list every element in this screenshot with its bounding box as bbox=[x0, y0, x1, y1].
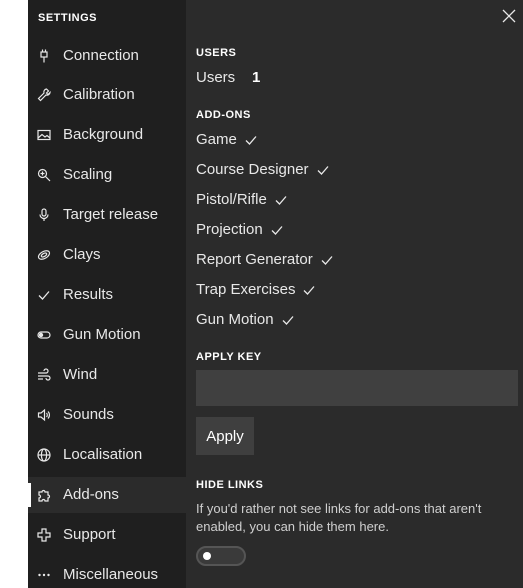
addon-label: Game bbox=[196, 130, 237, 148]
addon-item-report-generator: Report Generator bbox=[196, 249, 333, 269]
image-icon bbox=[36, 127, 52, 143]
puzzle-icon bbox=[36, 487, 52, 503]
sidebar-item-label: Add-ons bbox=[63, 486, 119, 503]
addon-label: Gun Motion bbox=[196, 310, 274, 328]
checkmark-icon bbox=[282, 313, 294, 325]
microphone-icon bbox=[36, 207, 52, 223]
sidebar-item-connection[interactable]: Connection bbox=[28, 38, 186, 74]
sidebar-item-results[interactable]: Results bbox=[28, 277, 186, 313]
sidebar-item-label: Target release bbox=[63, 206, 159, 223]
hide-links-heading: HIDE LINKS bbox=[196, 479, 264, 491]
sidebar-item-calibration[interactable]: Calibration bbox=[28, 77, 186, 113]
sidebar-item-wind[interactable]: Wind bbox=[28, 357, 186, 393]
toggle-icon bbox=[36, 327, 52, 343]
addon-item-trap-exercises: Trap Exercises bbox=[196, 279, 315, 299]
sidebar-item-sounds[interactable]: Sounds bbox=[28, 397, 186, 433]
zoom-icon bbox=[36, 167, 52, 183]
addon-label: Projection bbox=[196, 220, 263, 238]
addon-label: Report Generator bbox=[196, 250, 313, 268]
hide-links-toggle[interactable] bbox=[196, 546, 246, 566]
hide-links-description: If you'd rather not see links for add-on… bbox=[196, 501, 482, 534]
sidebar-item-label: Background bbox=[63, 126, 144, 143]
clay-disc-icon bbox=[36, 247, 52, 263]
addon-item-course-designer: Course Designer bbox=[196, 159, 329, 179]
wrench-icon bbox=[36, 87, 52, 103]
sidebar-item-label: Gun Motion bbox=[63, 326, 141, 343]
apply-key-input[interactable] bbox=[196, 370, 518, 406]
users-heading: USERS bbox=[196, 47, 237, 59]
sidebar-item-label: Support bbox=[63, 526, 116, 543]
speaker-icon bbox=[36, 407, 52, 423]
checkmark-icon bbox=[321, 253, 333, 265]
checkmark-icon bbox=[275, 193, 287, 205]
sidebar-item-background[interactable]: Background bbox=[28, 117, 186, 153]
add-ons-heading: ADD-ONS bbox=[196, 109, 251, 121]
sidebar-item-label: Connection bbox=[63, 47, 139, 64]
sidebar-item-gun-motion[interactable]: Gun Motion bbox=[28, 317, 186, 353]
sidebar-item-label: Wind bbox=[63, 366, 98, 383]
toggle-knob bbox=[203, 552, 211, 560]
plug-icon bbox=[36, 48, 52, 64]
checkmark-icon bbox=[271, 223, 283, 235]
more-icon bbox=[36, 567, 52, 583]
checkmark-icon bbox=[317, 163, 329, 175]
addon-item-pistol-rifle: Pistol/Rifle bbox=[196, 189, 287, 209]
addon-item-gun-motion: Gun Motion bbox=[196, 309, 294, 329]
addon-label: Trap Exercises bbox=[196, 280, 296, 298]
close-icon[interactable] bbox=[501, 8, 517, 24]
sidebar-item-label: Sounds bbox=[63, 406, 114, 423]
sidebar-item-add-ons[interactable]: Add-ons bbox=[28, 477, 186, 513]
add-ons-panel: USERS Users 1 ADD-ONS Game Course Design… bbox=[186, 0, 523, 588]
sidebar-item-label: Calibration bbox=[63, 86, 135, 103]
sidebar-title: SETTINGS bbox=[38, 12, 98, 24]
sidebar-item-miscellaneous[interactable]: Miscellaneous bbox=[28, 557, 186, 588]
settings-sidebar: SETTINGS Connection Calibration Backgrou… bbox=[28, 0, 186, 588]
sidebar-item-label: Scaling bbox=[63, 166, 113, 183]
sidebar-item-localisation[interactable]: Localisation bbox=[28, 437, 186, 473]
addon-label: Pistol/Rifle bbox=[196, 190, 267, 208]
checkmark-icon bbox=[245, 133, 257, 145]
globe-icon bbox=[36, 447, 52, 463]
users-count: 1 bbox=[252, 69, 261, 86]
sidebar-item-support[interactable]: Support bbox=[28, 517, 186, 553]
addon-label: Course Designer bbox=[196, 160, 309, 178]
sidebar-item-label: Results bbox=[63, 286, 114, 303]
apply-key-heading: APPLY KEY bbox=[196, 351, 262, 363]
users-label: Users bbox=[196, 69, 236, 86]
apply-button[interactable]: Apply bbox=[196, 417, 254, 455]
sidebar-item-label: Miscellaneous bbox=[63, 566, 159, 583]
sidebar-item-scaling[interactable]: Scaling bbox=[28, 157, 186, 193]
sidebar-item-clays[interactable]: Clays bbox=[28, 237, 186, 273]
wind-icon bbox=[36, 367, 52, 383]
addon-item-projection: Projection bbox=[196, 219, 283, 239]
plus-icon bbox=[36, 527, 52, 543]
sidebar-item-label: Clays bbox=[63, 246, 101, 263]
sidebar-item-label: Localisation bbox=[63, 446, 143, 463]
sidebar-item-target-release[interactable]: Target release bbox=[28, 197, 186, 233]
addon-item-game: Game bbox=[196, 129, 257, 149]
checkmark-icon bbox=[303, 283, 315, 295]
checkmark-icon bbox=[36, 287, 52, 303]
